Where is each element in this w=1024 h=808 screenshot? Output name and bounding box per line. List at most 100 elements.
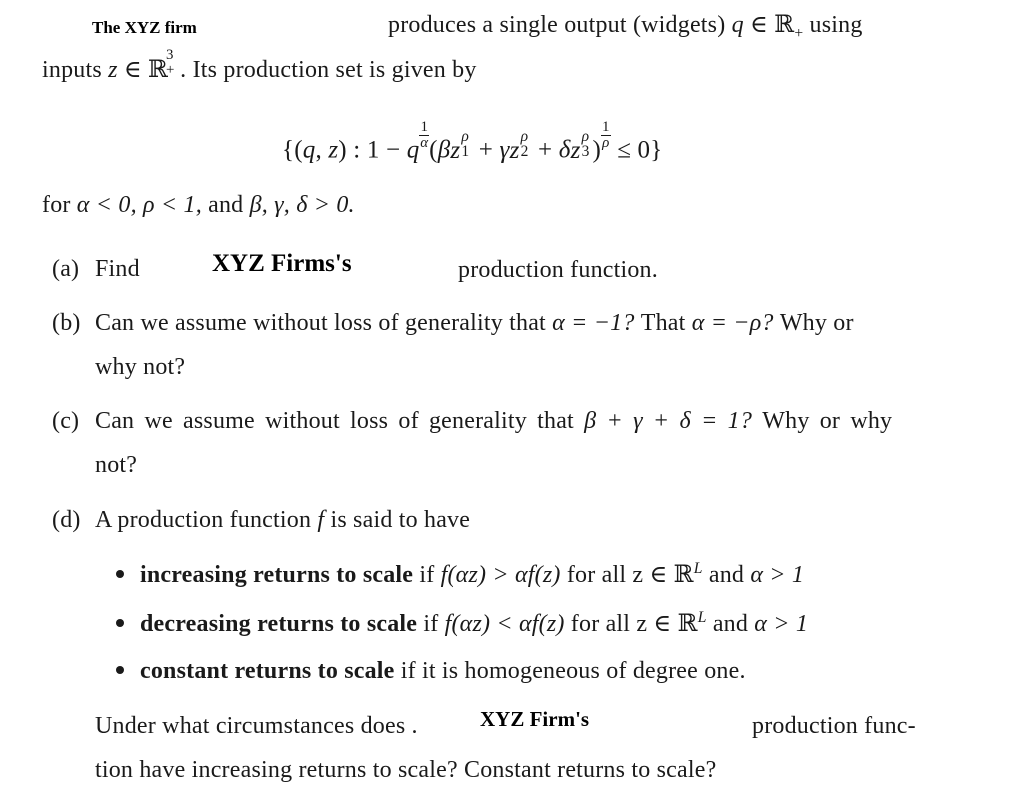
eq-paren-open: ( (429, 136, 438, 164)
bullet-sup: L (693, 560, 703, 577)
reals-symbol: ℝ (774, 10, 795, 38)
eq-paren-close: ) (592, 136, 602, 164)
eq-z: z (328, 136, 339, 164)
intro-line-2-text: inputs (42, 57, 102, 83)
part-c-line-2: not? (95, 452, 138, 478)
plus: + (537, 136, 553, 164)
part-a-text-start: Find (95, 256, 140, 282)
bullet-icon (116, 619, 124, 628)
var-z: z (108, 57, 118, 83)
intro-line-1-end: using (809, 12, 863, 38)
part-b-end: Why or (779, 310, 854, 336)
bullet-if: if (419, 562, 435, 588)
eq-open: {( (282, 136, 303, 164)
part-b-line-2: why not? (95, 354, 186, 380)
sub-2: 2 (520, 143, 529, 161)
z2-rho: zρ2 (509, 128, 532, 165)
part-a-label: (a) (52, 256, 80, 282)
cond-rho: ρ < 1, (143, 192, 202, 218)
part-c-line-1: Can we assume without loss of generality… (95, 408, 892, 435)
sub-3: 3 (581, 143, 590, 161)
production-set-equation: {(q, z) : 1 − q 1 α (βz ρ 1 + γz ρ 2 + δz ρ 3) 1 ρ … (282, 120, 662, 165)
eq-q2: q (406, 136, 420, 164)
cond-alpha: α < 0, (76, 192, 137, 218)
bullet-term: constant returns to scale (140, 658, 395, 684)
eq-delta: δ (558, 136, 571, 164)
firm-name-overlay-d: XYZ Firm's (480, 707, 590, 731)
part-c-end: Why or why (762, 408, 893, 434)
reals-sub: + (166, 61, 175, 78)
part-c-math: β + γ + δ = 1? (584, 408, 753, 434)
bullet-zin: z ∈ ℝ (636, 611, 698, 637)
z: z (570, 136, 581, 164)
part-d-intro: A production function f is said to have (95, 507, 470, 534)
firm-name-overlay-a: XYZ Firms's (212, 250, 352, 277)
element-of: ∈ (750, 12, 768, 38)
bullet-term: decreasing returns to scale (140, 611, 418, 637)
part-d-question-start: Under what circumstances does . (95, 713, 418, 739)
eq-beta: β (437, 136, 451, 164)
intro-line-1-text: produces a single output (widgets) (388, 12, 726, 38)
bullet-term: increasing returns to scale (140, 562, 414, 588)
part-b-mid: That (640, 310, 686, 336)
intro-line-1: produces a single output (widgets) q ∈ ℝ… (388, 10, 863, 42)
bullet-increasing: increasing returns to scale if f(αz) > α… (116, 560, 804, 589)
part-a-text-end: production function. (458, 257, 658, 283)
cond-and: and (208, 192, 244, 218)
bullet-and: and (712, 611, 749, 637)
bullet-rest: if it is homogeneous of degree one. (400, 658, 746, 684)
bullet-icon (116, 666, 124, 675)
bullet-sup: L (697, 609, 707, 626)
bullet-constant: constant returns to scale if it is homog… (116, 658, 746, 685)
bullet-cond: α > 1 (750, 562, 805, 588)
cond-params: β, γ, δ > 0. (249, 192, 355, 218)
element-of: ∈ (123, 57, 142, 83)
frac-den: α (420, 135, 429, 151)
eq-gamma: γ (499, 136, 510, 164)
reals-sub: + (794, 24, 804, 42)
part-b-math-1: α = −1? (552, 310, 635, 336)
part-c-label: (c) (52, 408, 80, 434)
frac-den: ρ (602, 135, 610, 151)
reals-cubed: ℝ 3 + (148, 47, 180, 84)
exp-one-over-rho: 1ρ (601, 120, 611, 151)
bullet-forall: for all (570, 611, 631, 637)
eq-q: q (302, 136, 316, 164)
part-d-question-line-2: tion have increasing returns to scale? C… (95, 757, 717, 783)
z3-rho: zρ3 (570, 128, 593, 165)
part-b-text: Can we assume without loss of generality… (95, 310, 546, 336)
bullet-cond: α > 1 (754, 611, 809, 637)
part-b-math-2: α = −ρ? (691, 310, 774, 336)
eq-comma: , (315, 136, 322, 164)
part-b-line-1: Can we assume without loss of generality… (95, 310, 854, 337)
bullet-decreasing: decreasing returns to scale if f(αz) < α… (116, 609, 808, 638)
z: z (450, 136, 461, 164)
part-b-label: (b) (52, 310, 81, 336)
exp-one-over-alpha: 1α (419, 119, 430, 151)
intro-line-2: inputs z ∈ ℝ 3 +. Its production set is gi… (42, 47, 477, 84)
bullet-if: if (423, 611, 439, 637)
frac-num: 1 (419, 119, 430, 136)
part-d-label: (d) (52, 507, 81, 533)
firm-name-overlay: The XYZ firm (92, 18, 197, 37)
cond-for: for (42, 192, 71, 218)
var-q: q (731, 12, 744, 38)
part-c-text: Can we assume without loss of generality… (95, 408, 574, 434)
sub-1: 1 (461, 143, 470, 161)
z: z (509, 136, 520, 164)
bullet-zin: z ∈ ℝ (632, 562, 694, 588)
part-d-intro-text: A production function (95, 507, 312, 533)
part-d-f: f (317, 507, 325, 533)
frac-num: 1 (601, 119, 611, 136)
eq-tail: ≤ 0} (617, 136, 663, 164)
bullet-forall: for all (566, 562, 627, 588)
eq-close-pair: ) : 1 − (338, 136, 401, 164)
part-d-question-end: production func- (752, 713, 916, 739)
bullet-icon (116, 570, 124, 579)
parameter-conditions: for α < 0, ρ < 1, and β, γ, δ > 0. (42, 192, 355, 219)
plus: + (478, 136, 494, 164)
z1-rho: zρ1 (450, 128, 472, 165)
bullet-math: f(αz) > αf(z) (440, 562, 561, 588)
intro-line-2-end: . Its production set is given by (180, 57, 477, 83)
part-d-intro-end: is said to have (330, 507, 471, 533)
